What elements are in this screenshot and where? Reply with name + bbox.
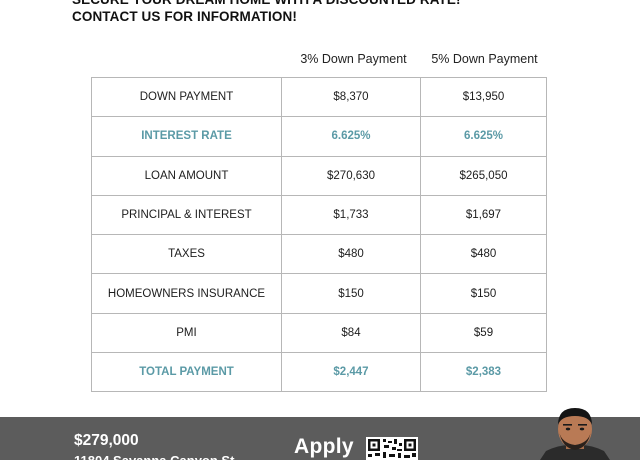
column-header-5-percent: 5% Down Payment (431, 52, 538, 66)
five-percent-value: $13,950 (420, 76, 547, 118)
apply-button[interactable]: Apply (294, 435, 354, 459)
table-row: PMI $84 $59 (91, 312, 547, 354)
table-row: TOTAL PAYMENT $2,447 $2,383 (91, 352, 547, 393)
table-row: LOAN AMOUNT $270,630 $265,050 (91, 155, 547, 196)
table-row: TAXES $480 $480 (91, 234, 547, 275)
five-percent-value: 6.625% (420, 116, 547, 157)
five-percent-value: $2,383 (420, 352, 547, 393)
headline-line-2: CONTACT US FOR INFORMATION! (72, 9, 297, 24)
table-row: HOMEOWNERS INSURANCE $150 $150 (91, 273, 547, 314)
three-percent-value: $480 (281, 234, 421, 275)
headline-line-1: SECURE YOUR DREAM HOME WITH A DISCOUNTED… (72, 0, 612, 8)
five-percent-value: $265,050 (420, 155, 547, 196)
row-label: LOAN AMOUNT (91, 155, 282, 196)
three-percent-value: $270,630 (281, 155, 421, 196)
listing-address: 11804 Savanna Canyon St (74, 454, 235, 462)
row-label: INTEREST RATE (91, 116, 282, 157)
row-label: HOMEOWNERS INSURANCE (91, 273, 282, 314)
table-row: INTEREST RATE 6.625% 6.625% (91, 116, 547, 157)
promo-headline: SECURE YOUR DREAM HOME WITH A DISCOUNTED… (72, 0, 612, 25)
agent-photo (540, 405, 610, 460)
three-percent-value: $150 (281, 273, 421, 314)
table-column-headers: 3% Down Payment 5% Down Payment (0, 52, 640, 68)
five-percent-value: $150 (420, 273, 547, 314)
table-row: DOWN PAYMENT $8,370 $13,950 (91, 76, 547, 118)
row-label: TOTAL PAYMENT (91, 352, 282, 393)
table-body: DOWN PAYMENT $8,370 $13,950 INTEREST RATE 6.… (91, 76, 547, 393)
row-label: DOWN PAYMENT (91, 76, 282, 118)
five-percent-value: $480 (420, 234, 547, 275)
row-label: PRINCIPAL & INTEREST (91, 194, 282, 236)
column-header-3-percent: 3% Down Payment (300, 52, 407, 66)
payment-comparison-table: DOWN PAYMENT $8,370 $13,950 INTEREST RATE 6.… (91, 76, 547, 393)
row-label: TAXES (91, 234, 282, 275)
qr-code-icon[interactable] (366, 437, 418, 460)
three-percent-value: 6.625% (281, 116, 421, 157)
three-percent-value: $84 (281, 312, 421, 354)
row-label: PMI (91, 312, 282, 354)
listing-price: $279,000 (74, 432, 139, 449)
three-percent-value: $2,447 (281, 352, 421, 393)
three-percent-value: $1,733 (281, 194, 421, 236)
five-percent-value: $1,697 (420, 194, 547, 236)
five-percent-value: $59 (420, 312, 547, 354)
table-row: PRINCIPAL & INTEREST $1,733 $1,697 (91, 194, 547, 236)
three-percent-value: $8,370 (281, 76, 421, 118)
